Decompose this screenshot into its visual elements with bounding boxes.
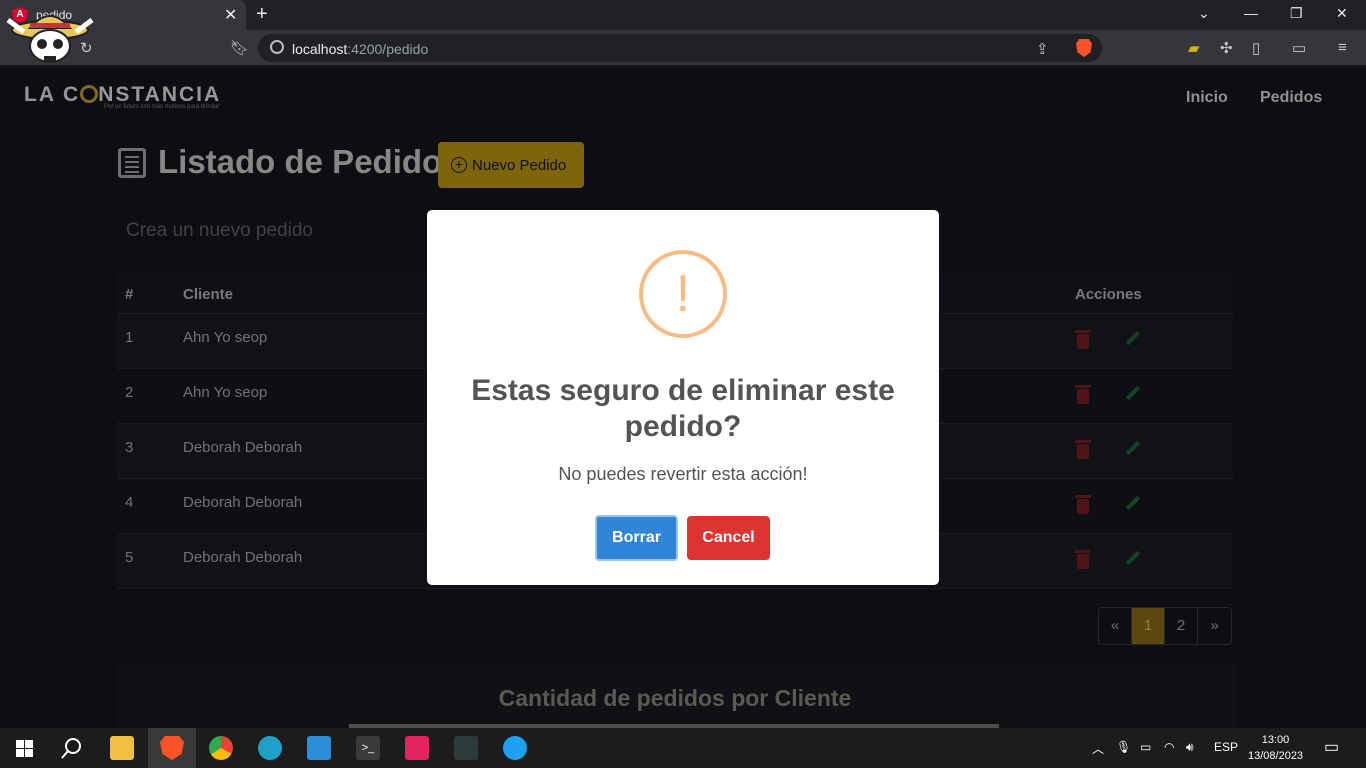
- dialog-text: No puedes revertir esta acción!: [558, 464, 808, 484]
- share-icon[interactable]: ⇪: [1036, 40, 1049, 58]
- restore-icon[interactable]: ❐: [1290, 5, 1303, 22]
- windows-start-icon[interactable]: [16, 740, 33, 757]
- delete-confirm-button[interactable]: Borrar: [595, 515, 678, 561]
- edge-icon[interactable]: [258, 736, 282, 760]
- menu-icon[interactable]: ≡: [1338, 39, 1347, 56]
- chrome-icon[interactable]: [209, 736, 233, 760]
- app-icon[interactable]: [503, 736, 527, 760]
- site-info-icon[interactable]: [270, 40, 284, 54]
- battery-icon[interactable]: ▭: [1140, 740, 1151, 754]
- volume-icon[interactable]: 🔊︎: [1186, 740, 1194, 755]
- chevron-up-icon[interactable]: ︿: [1092, 740, 1104, 757]
- search-icon[interactable]: [61, 737, 83, 759]
- close-icon[interactable]: ✕: [224, 5, 237, 25]
- bookmark-icon[interactable]: 🔖︎: [230, 39, 249, 57]
- jetbrains-icon[interactable]: [405, 736, 429, 760]
- android-studio-icon[interactable]: [454, 736, 478, 760]
- extensions-icon[interactable]: ✣: [1220, 39, 1233, 57]
- terminal-icon[interactable]: >_: [356, 736, 380, 760]
- vscode-icon[interactable]: [307, 736, 331, 760]
- wifi-icon[interactable]: ◠: [1164, 740, 1174, 754]
- dialog-title: Estas seguro de eliminar este pedido?: [471, 374, 895, 443]
- microphone-icon[interactable]: 🎙︎: [1116, 740, 1131, 754]
- warning-icon: !: [639, 250, 727, 338]
- wallet-icon[interactable]: ▭: [1292, 39, 1306, 57]
- taskbar: >_ ︿ 🎙︎ ▭ ◠ 🔊︎ ESP 13:00 13/08/2023 ▭: [0, 728, 1366, 768]
- address-bar[interactable]: localhost:4200/pedido ⇪: [258, 34, 1102, 62]
- clock[interactable]: 13:00 13/08/2023: [1248, 732, 1303, 764]
- window-close-icon[interactable]: ✕: [1336, 5, 1348, 22]
- browser-tabbar: A pedido ✕ + ⌄ — ❐ ✕: [0, 0, 1366, 30]
- sidebar-icon[interactable]: ▯: [1252, 39, 1260, 57]
- new-tab-icon[interactable]: +: [256, 3, 268, 26]
- url-text: localhost:4200/pedido: [292, 41, 429, 57]
- browser-toolbar: ↻ 🔖︎ localhost:4200/pedido ⇪ ▰ ✣ ▯ ▭ ≡: [0, 30, 1366, 66]
- clock-time: 13:00: [1261, 734, 1290, 746]
- brave-shields-icon[interactable]: [1076, 39, 1092, 57]
- page: LA C NSTANCIA Por un futuro con más motiv…: [0, 67, 1366, 743]
- minimize-icon[interactable]: —: [1244, 5, 1258, 21]
- pirate-skull-icon: [6, 15, 94, 63]
- cancel-button[interactable]: Cancel: [687, 516, 770, 560]
- clock-date: 13/08/2023: [1248, 750, 1304, 762]
- wallet-extension-icon[interactable]: ▰: [1188, 39, 1200, 57]
- language-indicator[interactable]: ESP: [1214, 740, 1238, 754]
- notifications-icon[interactable]: ▭: [1324, 737, 1339, 757]
- file-explorer-icon[interactable]: [110, 736, 134, 760]
- chevron-down-icon[interactable]: ⌄: [1198, 5, 1210, 22]
- confirm-dialog: ! Estas seguro de eliminar este pedido? …: [427, 210, 939, 585]
